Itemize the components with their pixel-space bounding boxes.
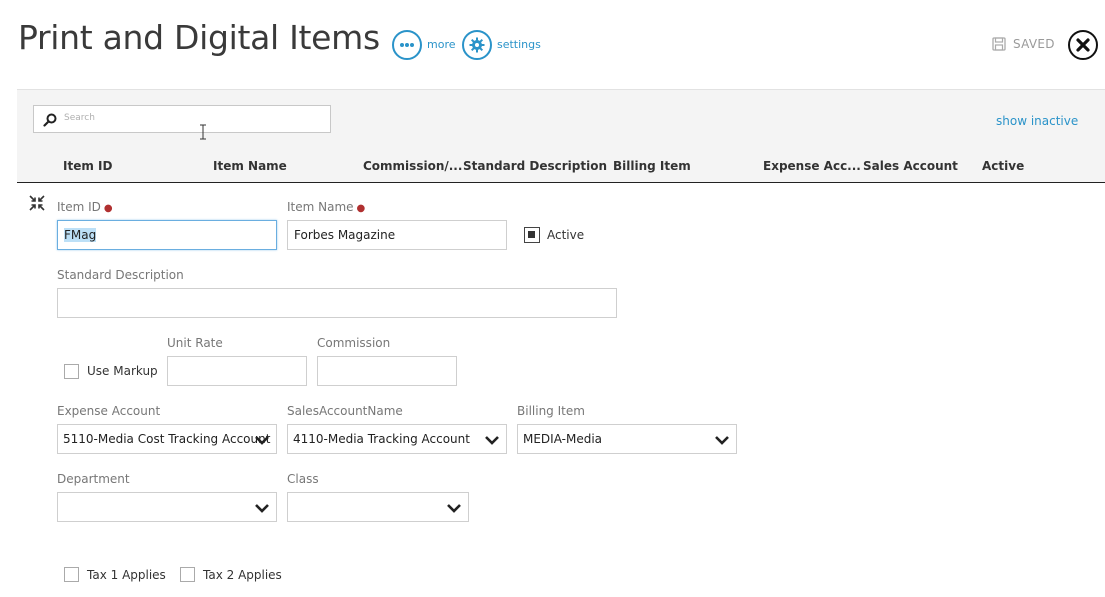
billing-item-select[interactable]: MEDIA-Media: [517, 424, 737, 454]
sales-account-label: SalesAccountName: [287, 404, 403, 418]
chevron-down-icon: [485, 436, 499, 445]
show-inactive-link[interactable]: show inactive: [996, 114, 1078, 128]
active-label: Active: [547, 228, 585, 242]
collapse-icon[interactable]: [29, 195, 45, 211]
expense-account-select[interactable]: 5110-Media Cost Tracking Account: [57, 424, 277, 454]
more-link[interactable]: more: [427, 38, 456, 51]
item-id-value: FMag: [64, 228, 97, 242]
settings-link[interactable]: settings: [497, 38, 541, 51]
unit-rate-input[interactable]: [167, 356, 307, 386]
tax-2-checkbox[interactable]: [180, 567, 195, 582]
department-select[interactable]: [57, 492, 277, 522]
checkbox-fill: [528, 231, 535, 238]
settings-button[interactable]: [462, 30, 492, 60]
text-cursor-icon: [200, 124, 206, 140]
use-markup-label: Use Markup: [87, 364, 158, 378]
chevron-down-icon: [447, 504, 461, 513]
class-select[interactable]: [287, 492, 469, 522]
standard-description-label: Standard Description: [57, 268, 184, 282]
expense-account-label: Expense Account: [57, 404, 161, 418]
column-header-item-id[interactable]: Item ID: [63, 159, 112, 173]
save-icon: [992, 37, 1006, 51]
sales-account-value: 4110-Media Tracking Account: [293, 432, 470, 446]
item-id-label: Item ID ●: [57, 200, 113, 214]
close-button[interactable]: [1068, 30, 1098, 60]
page-title: Print and Digital Items: [18, 18, 380, 57]
chevron-down-icon: [255, 436, 269, 445]
billing-item-value: MEDIA-Media: [523, 432, 603, 446]
billing-item-label: Billing Item: [517, 404, 585, 418]
column-header-billing-item[interactable]: Billing Item: [613, 159, 691, 173]
expense-account-value: 5110-Media Cost Tracking Account: [63, 432, 271, 446]
commission-input[interactable]: [317, 356, 457, 386]
close-icon: [1076, 38, 1090, 52]
standard-description-input[interactable]: [57, 288, 617, 318]
search-icon: [43, 113, 57, 127]
required-marker: ●: [103, 203, 113, 214]
chevron-down-icon: [715, 436, 729, 445]
column-header-sales-account[interactable]: Sales Account: [863, 159, 958, 173]
gear-icon: [469, 37, 485, 53]
column-header-standard-description[interactable]: Standard Description: [463, 159, 607, 173]
chevron-down-icon: [255, 504, 269, 513]
table-header: Item ID Item Name Commission/... Standar…: [17, 151, 1105, 183]
commission-label: Commission: [317, 336, 391, 350]
search-input[interactable]: [62, 112, 316, 124]
required-marker: ●: [356, 203, 366, 214]
active-checkbox[interactable]: [524, 227, 540, 243]
column-header-commission[interactable]: Commission/...: [363, 159, 462, 173]
item-name-label: Item Name ●: [287, 200, 366, 214]
tax-1-label: Tax 1 Applies: [87, 568, 166, 582]
item-name-input[interactable]: Forbes Magazine: [287, 220, 507, 250]
column-header-active[interactable]: Active: [982, 159, 1024, 173]
use-markup-checkbox[interactable]: [64, 364, 79, 379]
item-id-input[interactable]: FMag: [57, 220, 277, 250]
class-label: Class: [287, 472, 319, 486]
ellipsis-icon: [400, 43, 414, 47]
more-button[interactable]: [392, 30, 422, 60]
department-label: Department: [57, 472, 130, 486]
column-header-expense-account[interactable]: Expense Acc...: [763, 159, 861, 173]
search-box[interactable]: [33, 105, 331, 133]
unit-rate-label: Unit Rate: [167, 336, 223, 350]
saved-status: SAVED: [1013, 37, 1055, 51]
column-header-item-name[interactable]: Item Name: [213, 159, 287, 173]
tax-2-label: Tax 2 Applies: [203, 568, 282, 582]
sales-account-select[interactable]: 4110-Media Tracking Account: [287, 424, 507, 454]
tax-1-checkbox[interactable]: [64, 567, 79, 582]
